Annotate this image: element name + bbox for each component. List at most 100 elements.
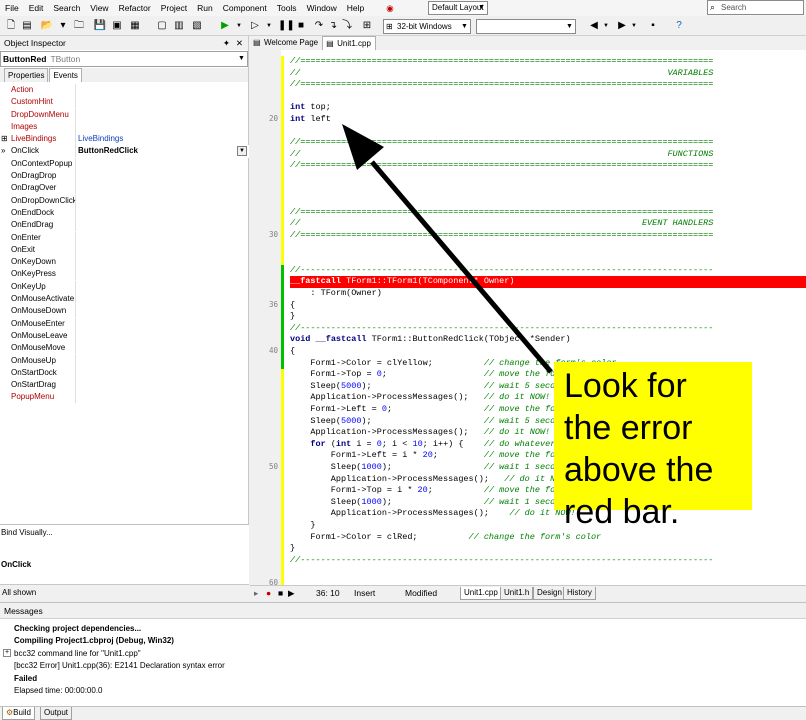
event-row[interactable]: OnMouseMove	[0, 342, 249, 355]
macro-record-icon[interactable]: ●	[266, 586, 271, 601]
message-line[interactable]: Elapsed time: 00:00:00.0	[14, 685, 103, 696]
event-row[interactable]: DropDownMenu	[0, 108, 249, 121]
code-line[interactable]: // VARIABLES	[290, 68, 713, 80]
event-row[interactable]: OnMouseActivate	[0, 293, 249, 306]
event-row[interactable]: PopupMenu	[0, 391, 249, 404]
tab-build[interactable]: ⚙Build	[2, 707, 35, 720]
platform-combo[interactable]: ⊞ 32-bit Windows ▼	[383, 19, 471, 34]
record-macro-icon[interactable]: ▸	[254, 586, 258, 601]
macro-play-icon[interactable]: ▶	[288, 586, 295, 601]
expand-icon[interactable]: +	[3, 648, 11, 657]
code-line[interactable]: //======================================…	[290, 56, 713, 68]
event-row[interactable]: OnEndDock	[0, 206, 249, 219]
menu-tools[interactable]: Tools	[272, 0, 302, 16]
pin-icon[interactable]: ✦	[223, 36, 230, 50]
search-input[interactable]: ⌕ Search	[707, 0, 804, 15]
breakpoint-icon[interactable]: ▪	[646, 19, 660, 33]
code-line[interactable]: }	[290, 543, 295, 555]
configuration-combo[interactable]: ▼	[476, 19, 576, 34]
event-row[interactable]: Images	[0, 120, 249, 133]
tab-unit1-cpp[interactable]: Unit1.cpp	[460, 587, 502, 600]
back-dropdown-icon[interactable]: ▼	[599, 19, 613, 33]
run-without-debug-icon[interactable]: ▷	[248, 19, 262, 33]
message-line[interactable]: [bcc32 Error] Unit1.cpp(36): E2141 Decla…	[14, 660, 225, 671]
tab-events[interactable]: Events	[49, 68, 82, 82]
trace-into-icon[interactable]: ↴	[326, 19, 340, 33]
event-row[interactable]: OnStartDrag	[0, 379, 249, 392]
macro-stop-icon[interactable]: ■	[278, 586, 283, 601]
code-line[interactable]: //--------------------------------------…	[290, 555, 713, 567]
menu-refactor[interactable]: Refactor	[114, 0, 156, 16]
help-icon[interactable]: ?	[672, 19, 686, 33]
code-line[interactable]: }	[290, 520, 315, 532]
open-project-icon[interactable]: ▾	[56, 19, 70, 33]
event-row[interactable]: OnMouseLeave	[0, 329, 249, 342]
tab-properties[interactable]: Properties	[4, 68, 49, 82]
tab-design[interactable]: Design	[533, 587, 566, 600]
chevron-down-icon[interactable]: ▼	[237, 146, 247, 157]
new-file-icon[interactable]: 🗋	[4, 19, 18, 33]
bind-visually-link[interactable]: Bind Visually...	[1, 528, 53, 537]
code-line[interactable]: //======================================…	[290, 230, 713, 242]
code-line[interactable]: Sleep(5000); // wait 5 seconds	[290, 416, 570, 428]
event-row[interactable]: OnMouseDown	[0, 305, 249, 318]
menu-project[interactable]: Project	[156, 0, 192, 16]
run-icon[interactable]: ▶	[218, 19, 232, 33]
code-line[interactable]: //======================================…	[290, 160, 713, 172]
event-row[interactable]: OnContextPopup	[0, 157, 249, 170]
code-line[interactable]: {	[290, 346, 295, 358]
save-all-icon[interactable]: ▣	[110, 19, 124, 33]
message-line[interactable]: bcc32 command line for "Unit1.cpp"	[14, 648, 141, 659]
menu-search[interactable]: Search	[48, 0, 85, 16]
event-row[interactable]: OnDropDownClick	[0, 194, 249, 207]
event-row[interactable]: OnDragOver	[0, 182, 249, 195]
tab-unit1-h[interactable]: Unit1.h	[500, 587, 534, 600]
event-value[interactable]: ButtonRedClick	[78, 145, 138, 157]
tab-welcome-page[interactable]: ▤ Welcome Page	[250, 36, 322, 50]
code-line[interactable]: }	[290, 311, 295, 323]
code-line[interactable]: //======================================…	[290, 137, 713, 149]
event-row[interactable]: OnKeyPress	[0, 268, 249, 281]
code-line[interactable]: __fastcall TForm1::TForm1(TComponent* Ow…	[290, 276, 514, 288]
event-row[interactable]: CustomHint	[0, 96, 249, 109]
event-row[interactable]: OnMouseUp	[0, 354, 249, 367]
run-without-debug-dropdown-icon[interactable]: ▼	[262, 19, 276, 33]
event-row[interactable]: » OnClick ButtonRedClick ▼	[0, 145, 249, 158]
stop-icon[interactable]: ■	[294, 19, 308, 33]
message-line[interactable]: Failed	[14, 673, 37, 684]
layout-combo[interactable]: Default Layout ▼	[428, 1, 488, 15]
tab-unit1-cpp[interactable]: ▤ Unit1.cpp	[322, 36, 376, 50]
code-line[interactable]: Sleep(1000); // wait 1 second	[290, 462, 566, 474]
code-line[interactable]: //--------------------------------------…	[290, 323, 713, 335]
code-line[interactable]: int left	[290, 114, 331, 126]
menu-edit[interactable]: Edit	[24, 0, 49, 16]
run-dropdown-icon[interactable]: ▼	[232, 19, 246, 33]
save-icon[interactable]: 💾	[93, 19, 107, 33]
code-line[interactable]: Sleep(5000); // wait 5 seconds	[290, 381, 570, 393]
menu-help[interactable]: Help	[342, 0, 369, 16]
code-line[interactable]: Application->ProcessMessages(); // do it…	[290, 427, 550, 439]
message-line[interactable]: Compiling Project1.cbproj (Debug, Win32)	[14, 635, 174, 646]
code-line[interactable]: Form1->Left = i * 20; // move the form r…	[290, 450, 596, 462]
print-icon[interactable]: ▦	[128, 19, 142, 33]
run-to-cursor-icon[interactable]: ⤵	[340, 19, 354, 33]
code-line[interactable]: // EVENT HANDLERS	[290, 218, 713, 230]
step-over-icon[interactable]: ↷	[312, 19, 326, 33]
new-items-icon[interactable]: ▤	[20, 19, 34, 33]
menu-run[interactable]: Run	[192, 0, 218, 16]
code-line[interactable]: //======================================…	[290, 79, 713, 91]
code-line[interactable]: Sleep(1000); // wait 1 second	[290, 497, 566, 509]
menu-component[interactable]: Component	[218, 0, 272, 16]
add-file-icon[interactable]: ▥	[172, 19, 186, 33]
event-row[interactable]: OnEndDrag	[0, 219, 249, 232]
event-row[interactable]: OnDragDrop	[0, 170, 249, 183]
event-row[interactable]: OnMouseEnter	[0, 317, 249, 330]
menu-view[interactable]: View	[85, 0, 113, 16]
reopen-icon[interactable]: 🗀	[72, 19, 86, 33]
event-row[interactable]: OnKeyUp	[0, 280, 249, 293]
code-line[interactable]: : TForm(Owner)	[290, 288, 381, 300]
code-line[interactable]: int top;	[290, 102, 331, 114]
tab-history[interactable]: History	[563, 587, 596, 600]
code-line[interactable]: {	[290, 300, 295, 312]
open-folder-icon[interactable]: 📂	[40, 19, 54, 33]
